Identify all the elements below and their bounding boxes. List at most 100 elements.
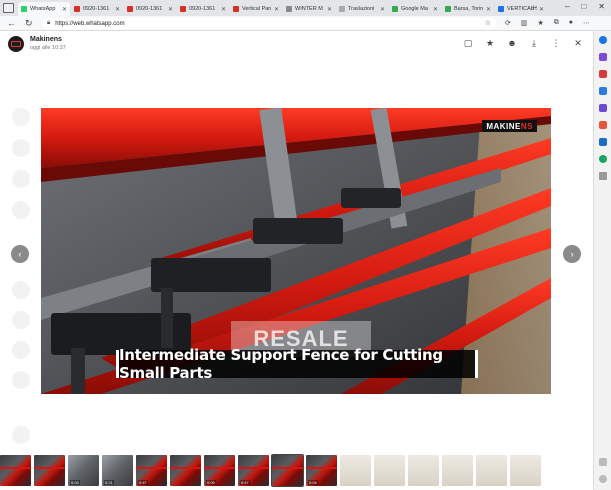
window-controls: – □ ✕ [565,2,605,11]
favorite-star-icon[interactable]: ☆ [485,19,491,27]
tab-close-icon[interactable]: ✕ [62,6,67,13]
url-text: https://web.whatsapp.com [55,20,125,27]
thumbnail-detail [238,467,269,469]
viewer-actions: ▢ ★ ☻ ⤓ ⋮ ✕ [463,38,583,48]
tab-close-icon[interactable]: ✕ [539,6,544,13]
tab-favicon-icon [21,6,27,12]
media-thumbnail[interactable]: 0:09 [204,455,235,486]
extensions-icon[interactable]: ⟳ [505,19,511,27]
tab-close-icon[interactable]: ✕ [486,6,491,13]
browser-tab[interactable]: Traslazioni ✕ [336,2,388,16]
browser-tab[interactable]: Google Ma ✕ [389,2,441,16]
star-icon[interactable]: ★ [485,38,495,48]
photo-caption: Intermediate Support Fence for Cutting S… [119,346,443,382]
tab-close-icon[interactable]: ✕ [221,6,226,13]
media-thumbnail[interactable]: 0:21 [102,455,133,486]
sidebar-layout-icon[interactable] [599,458,607,466]
media-thumbnail[interactable] [170,455,201,486]
copilot-icon[interactable] [599,53,607,61]
tab-title: Vertical Pan [242,6,272,12]
tab-close-icon[interactable]: ✕ [327,6,332,13]
shopping-icon[interactable] [599,70,607,78]
collections-icon[interactable]: ⧉ [554,19,559,27]
previous-media-button[interactable]: ‹ [11,245,29,263]
emoji-react-icon[interactable]: ☻ [507,38,517,48]
tab-close-icon[interactable]: ✕ [115,6,120,13]
back-icon[interactable]: ← [7,18,16,28]
games-icon[interactable] [599,104,607,112]
browser-tab[interactable]: 0920-1361 ✕ [124,2,176,16]
photo-caption-bar: Intermediate Support Fence for Cutting S… [116,346,478,382]
more-icon[interactable]: ⋯ [583,19,590,27]
video-duration: 0:09 [206,480,216,485]
search-icon[interactable] [599,36,607,44]
browser-tab[interactable]: VERTICAL S ✕ [495,2,547,16]
browser-tab[interactable]: Vertical Pan ✕ [230,2,282,16]
address-bar-row: ← ↻ 🔒︎ https://web.whatsapp.com ☆ ⟳ ▥ ★ … [0,16,611,31]
media-thumbnail[interactable] [340,455,371,486]
go-to-message-icon[interactable]: ▢ [463,38,473,48]
media-thumbnail[interactable] [0,455,31,486]
video-duration: 0:04 [308,480,318,485]
lock-icon: 🔒︎ [47,20,51,26]
tab-close-icon[interactable]: ✕ [274,6,279,13]
tab-title: Barsa, Torin [454,6,484,12]
browser-tab[interactable]: WINTER M ✕ [283,2,335,16]
download-icon[interactable]: ⤓ [529,38,539,48]
split-screen-icon[interactable]: ▥ [521,19,528,27]
settings-icon[interactable] [599,475,607,483]
browser-tab[interactable]: 0920-1361 ✕ [177,2,229,16]
profile-icon[interactable]: ● [569,19,573,27]
menu-icon[interactable]: ⋮ [551,38,561,48]
avatar[interactable] [8,36,24,52]
tab-favicon-icon [445,6,451,12]
drop-icon[interactable] [599,155,607,163]
media-thumbnail[interactable] [34,455,65,486]
thumbnail-detail [136,467,167,469]
browser-tab[interactable]: WhatsApp ✕ [18,2,70,16]
minimize-icon[interactable]: – [565,2,569,11]
browser-tab[interactable]: 0920-1361 ✕ [71,2,123,16]
add-sidebar-app-icon[interactable] [599,172,607,180]
office-icon[interactable] [599,121,607,129]
tab-close-icon[interactable]: ✕ [433,6,438,13]
sender-name: Makinens [30,36,62,43]
video-duration: 0:47 [240,480,250,485]
next-media-button[interactable]: › [563,245,581,263]
browser-tab-strip: WhatsApp ✕ 0920-1361 ✕ 0920-1361 ✕ 0920-1361 ✕ V… [0,0,611,16]
url-field[interactable]: 🔒︎ https://web.whatsapp.com ☆ [42,18,497,29]
thumbnail-detail [34,467,65,469]
media-thumbnail[interactable] [374,455,405,486]
reload-icon[interactable]: ↻ [25,18,33,29]
edge-sidebar [593,31,611,490]
media-thumbnail[interactable] [408,455,439,486]
toolbar-icons: ⟳ ▥ ★ ⧉ ● ⋯ [505,19,590,27]
tabs: WhatsApp ✕ 0920-1361 ✕ 0920-1361 ✕ 0920-1361 ✕ V… [18,2,548,16]
thumbnail-detail [170,467,201,469]
new-tab-button[interactable]: + [531,3,536,13]
media-thumbnail[interactable]: 0:04 [306,455,337,486]
media-thumbnail[interactable]: 0:47 [136,455,167,486]
tab-close-icon[interactable]: ✕ [380,6,385,13]
tools-icon[interactable] [599,87,607,95]
media-viewer: Makinens oggi alle 10:37 ▢ ★ ☻ ⤓ ⋮ ✕ ‹ › [0,31,593,490]
media-thumbnail[interactable] [476,455,507,486]
media-thumbnail-strip: 0:03 0:21 0:47 0:09 0:47 0:04 [0,454,593,488]
media-thumbnail[interactable]: 0:03 [68,455,99,486]
tab-close-icon[interactable]: ✕ [168,6,173,13]
makinens-logo: MAKINE NS [482,120,537,132]
media-thumbnail[interactable] [271,454,304,487]
viewer-header: Makinens oggi alle 10:37 ▢ ★ ☻ ⤓ ⋮ ✕ [0,31,593,59]
close-icon[interactable]: ✕ [573,38,583,48]
favorites-icon[interactable]: ★ [538,19,544,27]
maximize-icon[interactable]: □ [581,2,586,11]
media-thumbnail[interactable] [510,455,541,486]
media-thumbnail[interactable] [442,455,473,486]
video-duration: 0:21 [104,480,114,485]
tab-actions-menu-icon[interactable] [3,3,14,13]
media-thumbnail[interactable]: 0:47 [238,455,269,486]
close-window-icon[interactable]: ✕ [598,2,605,11]
outlook-icon[interactable] [599,138,607,146]
tab-favicon-icon [339,6,345,12]
browser-tab[interactable]: Barsa, Torin ✕ [442,2,494,16]
